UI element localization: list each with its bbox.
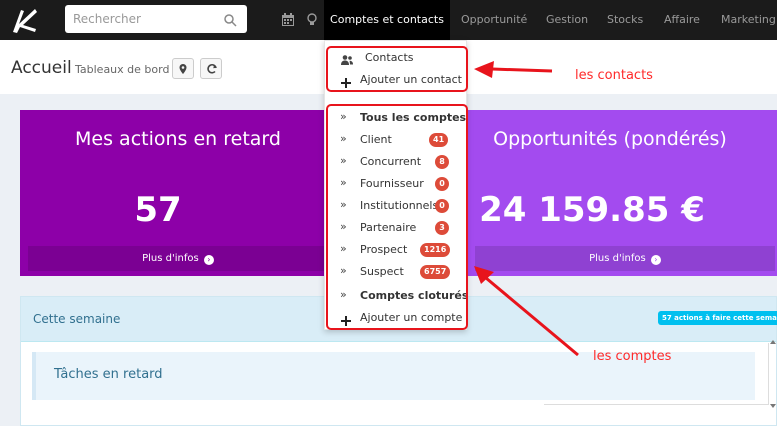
late-actions-box: Mes actions en retard 57 Plus d'infos ›: [20, 110, 336, 276]
arrow-circle-right-icon: ›: [203, 255, 214, 265]
nav-affaire[interactable]: Affaire: [664, 0, 700, 40]
opportunities-box: Opportunités (pondérés) 24 159.85 € Plus…: [467, 110, 777, 276]
nav-stocks[interactable]: Stocks: [607, 0, 643, 40]
opportunities-value: 24 159.85 €: [479, 190, 705, 230]
nav-comptes-contacts[interactable]: Comptes et contacts: [324, 0, 450, 40]
accounts-annotation: les comptes: [593, 349, 672, 364]
nav-marketing[interactable]: Marketing: [721, 0, 776, 40]
pin-button[interactable]: [172, 58, 194, 79]
contacts-annotation: les contacts: [575, 68, 653, 83]
calendar-icon[interactable]: [281, 12, 295, 28]
late-actions-title: Mes actions en retard: [75, 128, 281, 150]
late-actions-more-link[interactable]: Plus d'infos ›: [28, 246, 328, 271]
contacts-highlight: [326, 46, 468, 92]
scrollbar[interactable]: [769, 338, 777, 410]
more-info-label: Plus d'infos: [142, 253, 199, 264]
page-title: Accueil: [11, 58, 72, 78]
arrow-circle-right-icon: ›: [650, 255, 661, 265]
more-info-label: Plus d'infos: [589, 253, 646, 264]
page-subtitle: Tableaux de bord: [75, 63, 170, 76]
search-box: [65, 5, 247, 33]
nav-gestion[interactable]: Gestion: [546, 0, 588, 40]
search-icon[interactable]: [223, 12, 237, 27]
logo-icon[interactable]: [8, 5, 40, 35]
opportunities-title: Opportunités (pondérés): [493, 128, 727, 150]
late-tasks-title: Tâches en retard: [54, 367, 163, 382]
search-input[interactable]: [73, 9, 218, 29]
late-actions-value: 57: [134, 190, 182, 230]
top-navbar: Comptes et contacts Opportunité Gestion …: [0, 0, 777, 40]
accounts-highlight: [326, 104, 468, 330]
this-week-title: Cette semaine: [33, 312, 121, 326]
nav-opportunite[interactable]: Opportunité: [461, 0, 527, 40]
refresh-button[interactable]: [200, 58, 222, 79]
lightbulb-icon[interactable]: [306, 12, 320, 28]
opportunities-more-link[interactable]: Plus d'infos ›: [475, 246, 775, 271]
week-actions-badge: 57 actions à faire cette semaine: [658, 311, 777, 325]
